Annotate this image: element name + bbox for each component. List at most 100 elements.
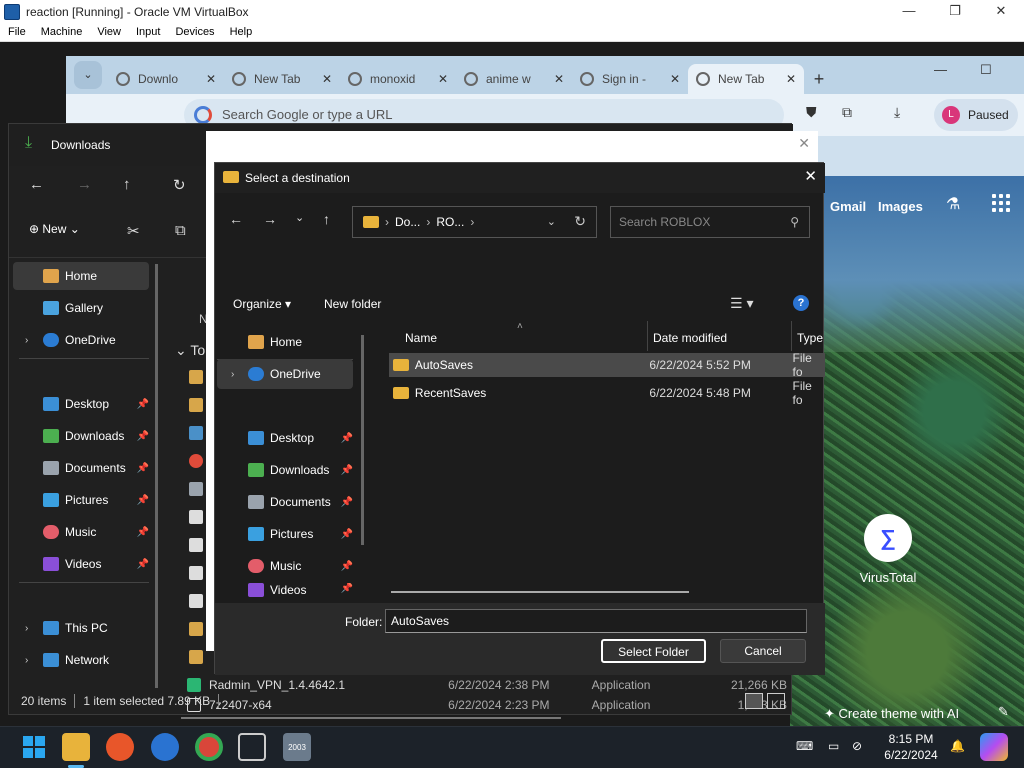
new-tab-button[interactable]: + bbox=[804, 64, 834, 94]
pin-icon[interactable]: 📌 bbox=[137, 431, 149, 442]
sidebar-item-music[interactable]: Music 📌 bbox=[13, 518, 149, 546]
chevron-right-icon[interactable]: › bbox=[231, 369, 234, 380]
vbox-menu-machine[interactable]: Machine bbox=[33, 26, 90, 38]
address-bar[interactable]: › Do... › RO... › ⌄ ↻ bbox=[352, 206, 597, 238]
chrome-tab[interactable]: Sign in - ✕ bbox=[572, 64, 688, 94]
sidebar-item-home[interactable]: Home bbox=[13, 262, 149, 290]
copy-icon[interactable]: ⧉ bbox=[175, 222, 186, 239]
sidebar-item-videos[interactable]: Videos 📌 bbox=[217, 583, 353, 603]
up-arrow-icon[interactable]: ↑ bbox=[323, 211, 330, 227]
sidebar-item-gallery[interactable]: Gallery bbox=[13, 294, 149, 322]
profile-button[interactable]: L Paused bbox=[934, 99, 1018, 131]
column-header-type[interactable]: Type bbox=[797, 331, 823, 345]
back-arrow-icon[interactable]: ← bbox=[229, 211, 243, 227]
images-link[interactable]: Images bbox=[878, 199, 923, 214]
customize-pencil-icon[interactable]: ✎ bbox=[998, 704, 1009, 720]
tab-search-chevron-icon[interactable]: ⌄ bbox=[74, 61, 102, 89]
downloads-icon[interactable]: ⤓ bbox=[894, 104, 900, 121]
nav-pane-scrollbar[interactable] bbox=[155, 264, 158, 688]
vbox-menu-view[interactable]: View bbox=[89, 26, 128, 38]
chrome-minimize-button[interactable]: — bbox=[934, 62, 947, 77]
chrome-maximize-button[interactable]: ☐ bbox=[980, 62, 992, 78]
chrome-tab[interactable]: anime w ✕ bbox=[456, 64, 572, 94]
file-list-scrollbar[interactable] bbox=[181, 717, 561, 719]
cancel-button[interactable]: Cancel bbox=[720, 639, 806, 663]
forward-arrow-icon[interactable]: → bbox=[263, 211, 277, 227]
sidebar-item-onedrive[interactable]: › OneDrive bbox=[217, 359, 353, 389]
sidebar-item-music[interactable]: Music 📌 bbox=[217, 551, 353, 581]
column-divider[interactable] bbox=[647, 321, 648, 351]
breadcrumb-documents[interactable]: Do... bbox=[395, 215, 420, 229]
chromium-icon[interactable] bbox=[151, 733, 179, 761]
sidebar-item-home[interactable]: Home bbox=[217, 327, 353, 357]
chrome-tab-active[interactable]: New Tab ✕ bbox=[688, 64, 804, 94]
virtualbox-cube-icon[interactable] bbox=[238, 733, 266, 761]
sidebar-item-pictures[interactable]: Pictures 📌 bbox=[13, 486, 149, 514]
list-item[interactable]: RecentSaves 6/22/2024 5:48 PM File fo bbox=[389, 379, 825, 407]
organize-menu-button[interactable]: Organize ▾ bbox=[233, 297, 291, 311]
sidebar-item-desktop[interactable]: Desktop 📌 bbox=[13, 390, 149, 418]
notification-bell-icon[interactable]: 🔔 bbox=[950, 739, 965, 753]
firefox-icon[interactable] bbox=[106, 733, 134, 761]
file-explorer-icon[interactable] bbox=[62, 733, 90, 761]
pin-icon[interactable]: 📌 bbox=[137, 399, 149, 410]
column-header-name[interactable]: Name bbox=[405, 331, 437, 345]
up-arrow-icon[interactable]: ↑ bbox=[123, 176, 131, 193]
pin-icon[interactable]: 📌 bbox=[341, 497, 353, 508]
pin-icon[interactable]: 📌 bbox=[137, 527, 149, 538]
labs-flask-icon[interactable]: ⚗ bbox=[946, 194, 960, 214]
cpu-z-icon[interactable]: 2003 bbox=[283, 733, 311, 761]
vbox-close-button[interactable]: ✕ bbox=[978, 0, 1024, 23]
group-header-quick-access[interactable]: ⌄ To bbox=[175, 342, 205, 359]
sidebar-item-pictures[interactable]: Pictures 📌 bbox=[217, 519, 353, 549]
pin-icon[interactable]: 📌 bbox=[137, 559, 149, 570]
keyboard-icon[interactable]: ⌨ bbox=[796, 739, 813, 753]
vbox-menu-devices[interactable]: Devices bbox=[167, 26, 221, 38]
vbox-menu-file[interactable]: File bbox=[0, 26, 33, 38]
create-theme-button[interactable]: ✦ Create theme with AI bbox=[824, 706, 959, 722]
new-folder-button[interactable]: New folder bbox=[324, 297, 381, 311]
tab-close-icon[interactable]: ✕ bbox=[786, 72, 796, 86]
tiles-view-icon[interactable] bbox=[767, 693, 785, 709]
pin-icon[interactable]: 📌 bbox=[137, 463, 149, 474]
tab-close-icon[interactable]: ✕ bbox=[322, 72, 332, 86]
vbox-menu-help[interactable]: Help bbox=[222, 26, 260, 38]
sidebar-item-this-pc[interactable]: › This PC bbox=[13, 614, 149, 642]
view-options-icon[interactable]: ☰ ▾ bbox=[730, 295, 753, 312]
pin-icon[interactable]: 📌 bbox=[341, 561, 353, 572]
pin-icon[interactable]: 📌 bbox=[137, 495, 149, 506]
explorer-tab-title[interactable]: Downloads bbox=[51, 138, 110, 152]
tab-close-icon[interactable]: ✕ bbox=[670, 72, 680, 86]
sidebar-item-documents[interactable]: Documents 📌 bbox=[217, 487, 353, 517]
vbox-menu-input[interactable]: Input bbox=[128, 26, 167, 38]
sidebar-item-documents[interactable]: Documents 📌 bbox=[13, 454, 149, 482]
pin-icon[interactable]: 📌 bbox=[341, 583, 353, 594]
column-divider[interactable] bbox=[791, 321, 792, 351]
sidebar-item-videos[interactable]: Videos 📌 bbox=[13, 550, 149, 578]
system-clock[interactable]: 8:15 PM 6/22/2024 bbox=[876, 731, 946, 763]
breadcrumb-roblox[interactable]: RO... bbox=[436, 215, 464, 229]
list-item[interactable]: AutoSaves 6/22/2024 5:52 PM File fo bbox=[389, 351, 825, 379]
sidebar-item-downloads[interactable]: Downloads 📌 bbox=[13, 422, 149, 450]
sidebar-item-onedrive[interactable]: › OneDrive bbox=[13, 326, 149, 354]
virustotal-shortcut[interactable]: ∑ VirusTotal bbox=[850, 514, 926, 585]
refresh-icon[interactable]: ↻ bbox=[173, 176, 186, 194]
address-dropdown-chevron-icon[interactable]: ⌄ bbox=[547, 215, 556, 228]
copilot-icon[interactable] bbox=[980, 733, 1008, 761]
chrome-tab[interactable]: monoxid ✕ bbox=[340, 64, 456, 94]
tab-close-icon[interactable]: ✕ bbox=[554, 72, 564, 86]
network-disconnected-icon[interactable]: ⊘ bbox=[852, 739, 862, 753]
sidebar-item-network[interactable]: › Network bbox=[13, 646, 149, 674]
tab-close-icon[interactable]: ✕ bbox=[206, 72, 216, 86]
chevron-right-icon[interactable]: › bbox=[25, 655, 28, 666]
gmail-link[interactable]: Gmail bbox=[830, 199, 866, 214]
vbox-restore-button[interactable]: ❐ bbox=[932, 0, 978, 23]
google-apps-grid-icon[interactable] bbox=[992, 194, 1012, 214]
select-folder-button[interactable]: Select Folder bbox=[601, 639, 706, 663]
refresh-icon[interactable]: ↻ bbox=[574, 213, 586, 230]
sidebar-item-desktop[interactable]: Desktop 📌 bbox=[217, 423, 353, 453]
file-list-scrollbar[interactable] bbox=[391, 591, 689, 593]
display-icon[interactable]: ▭ bbox=[828, 739, 839, 753]
windows-start-icon[interactable] bbox=[20, 733, 48, 761]
recent-locations-chevron-icon[interactable]: ⌄ bbox=[295, 211, 304, 224]
